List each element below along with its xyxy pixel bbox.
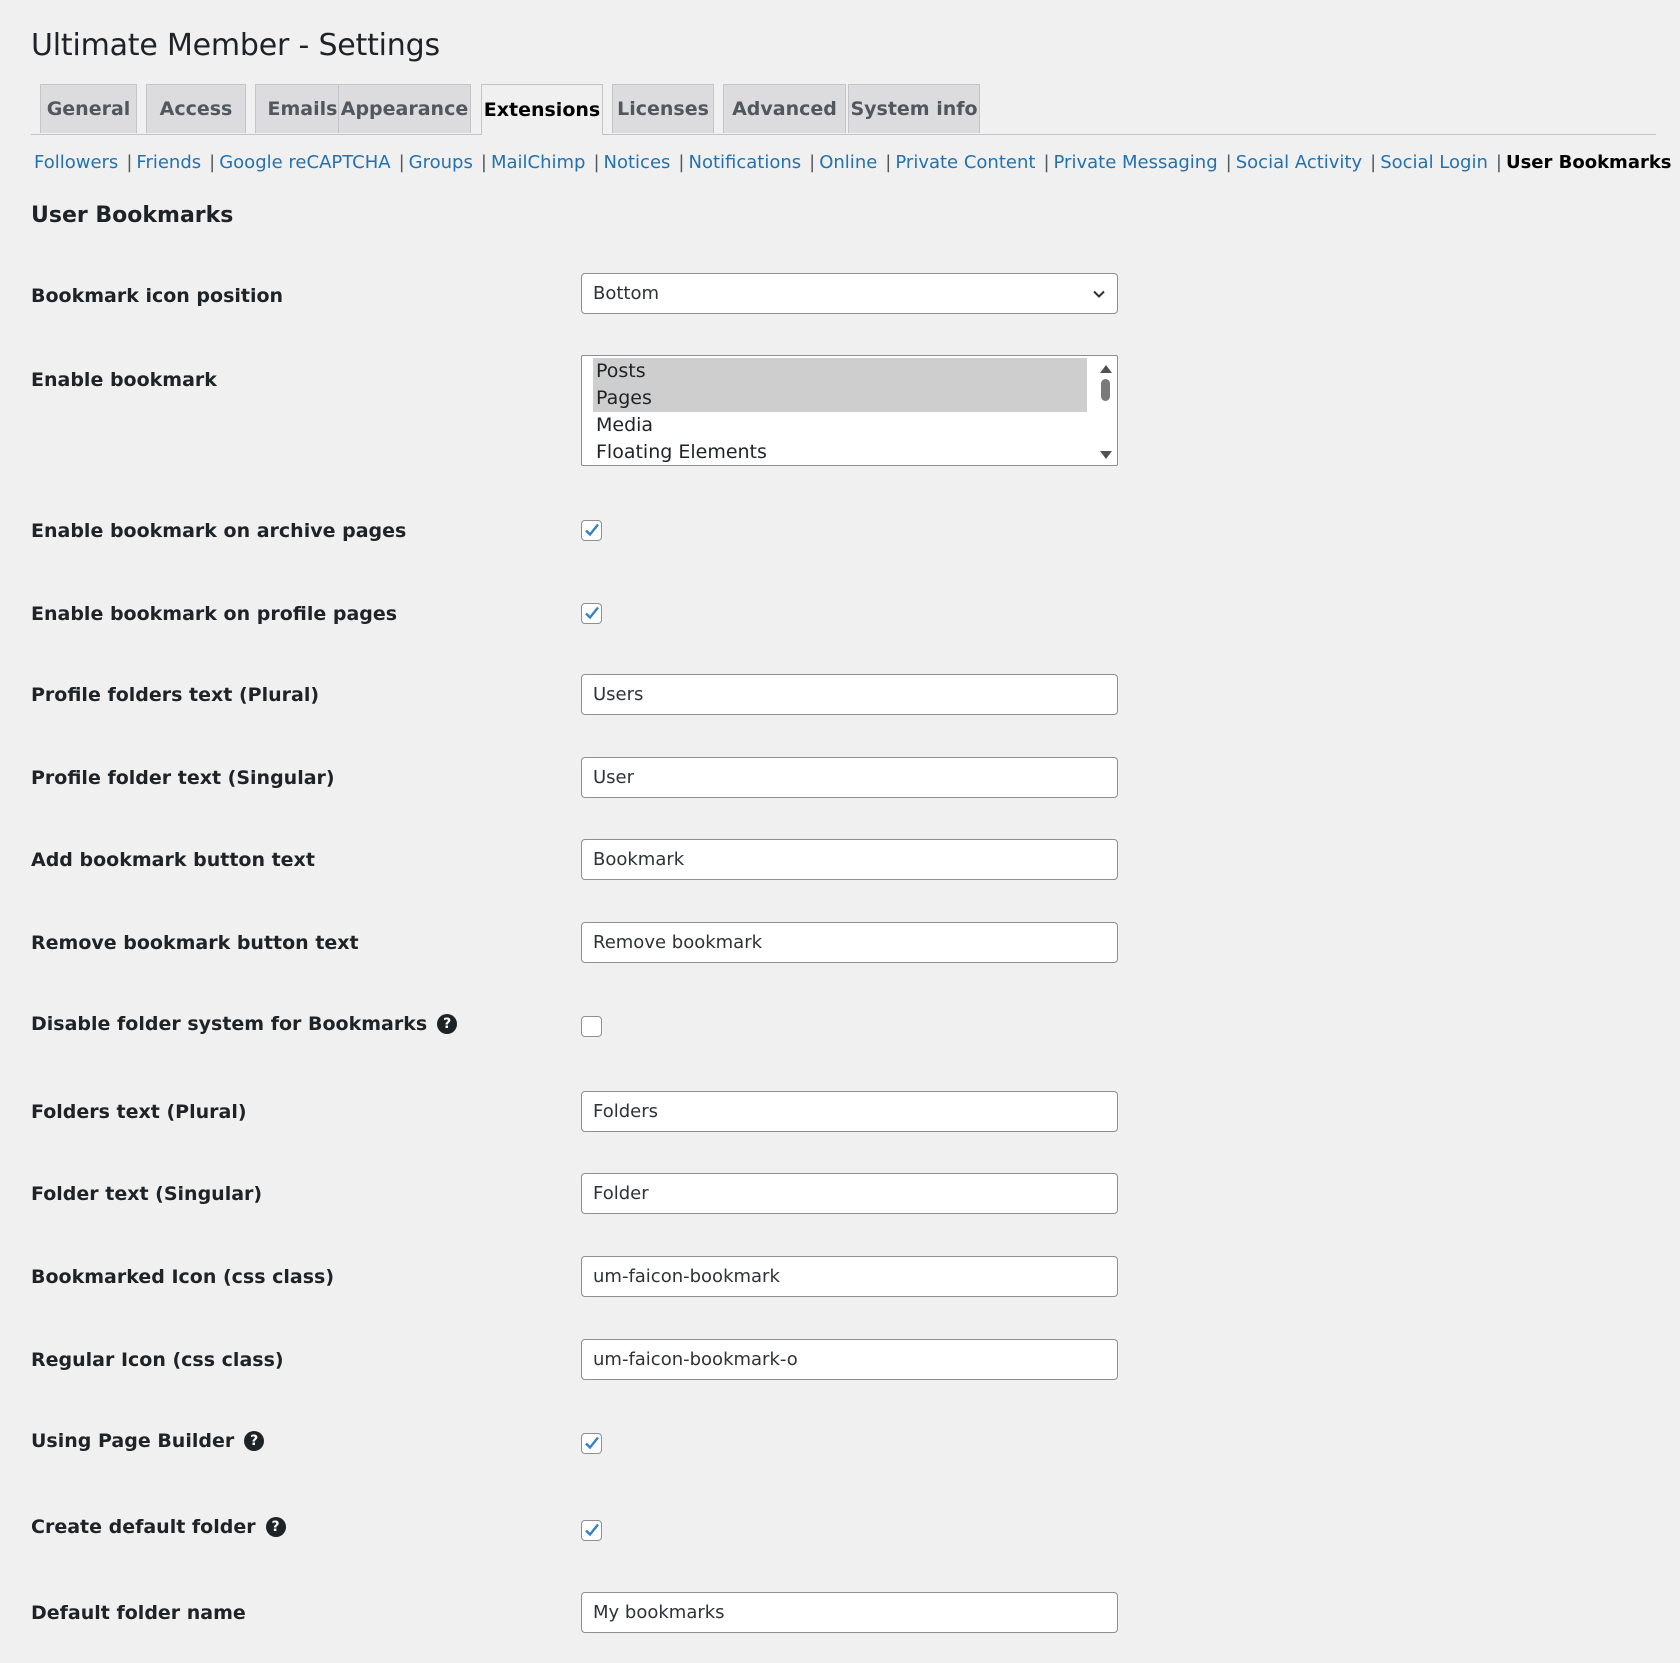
page-title: Ultimate Member - Settings xyxy=(31,28,440,63)
checkmark-icon xyxy=(585,1436,599,1450)
subnav-groups[interactable]: Groups xyxy=(409,152,473,173)
regular-icon-label: Regular Icon (css class) xyxy=(31,1349,284,1371)
subnav-notifications[interactable]: Notifications xyxy=(688,152,801,173)
archive-pages-label: Enable bookmark on archive pages xyxy=(31,520,407,542)
settings-tabs: General Access Emails Appearance Extensi… xyxy=(31,84,1656,135)
archive-pages-checkbox[interactable] xyxy=(581,520,602,541)
page-builder-label: Using Page Builder ? xyxy=(31,1430,265,1452)
bookmarked-icon-label: Bookmarked Icon (css class) xyxy=(31,1266,335,1288)
option-posts[interactable]: Posts xyxy=(593,358,1087,385)
checkmark-icon xyxy=(585,606,599,620)
subnav-mailchimp[interactable]: MailChimp xyxy=(491,152,586,173)
option-floating-elements[interactable]: Floating Elements xyxy=(593,439,1087,465)
remove-button-text-input[interactable]: Remove bookmark xyxy=(581,922,1118,963)
help-icon[interactable]: ? xyxy=(437,1014,458,1034)
tab-appearance[interactable]: Appearance xyxy=(338,84,471,133)
extensions-subnav: Followers | Friends | Google reCAPTCHA | Group… xyxy=(34,152,1672,173)
remove-button-text-label: Remove bookmark button text xyxy=(31,932,359,954)
tab-advanced[interactable]: Advanced xyxy=(723,84,846,133)
tab-access[interactable]: Access xyxy=(146,84,246,133)
icon-position-value: Bottom xyxy=(593,283,660,304)
tab-general[interactable]: General xyxy=(40,84,137,133)
subnav-online[interactable]: Online xyxy=(819,152,877,173)
scroll-up-arrow-icon[interactable] xyxy=(1100,365,1112,373)
option-pages[interactable]: Pages xyxy=(593,385,1087,412)
subnav-separator: | xyxy=(126,152,133,173)
folder-singular-label: Folder text (Singular) xyxy=(31,1183,263,1205)
default-folder-name-label: Default folder name xyxy=(31,1602,246,1624)
add-button-text-label: Add bookmark button text xyxy=(31,849,315,871)
profile-folder-singular-input[interactable]: User xyxy=(581,757,1118,798)
checkmark-icon xyxy=(585,523,599,537)
subnav-notices[interactable]: Notices xyxy=(604,152,671,173)
tab-system-info[interactable]: System info xyxy=(848,84,980,133)
subnav-private-content[interactable]: Private Content xyxy=(895,152,1035,173)
disable-folders-checkbox[interactable] xyxy=(581,1016,602,1037)
option-media[interactable]: Media xyxy=(593,412,1087,439)
page-builder-checkbox[interactable] xyxy=(581,1433,602,1454)
scroll-down-arrow-icon[interactable] xyxy=(1100,451,1112,459)
profile-folders-plural-label: Profile folders text (Plural) xyxy=(31,684,320,706)
disable-folders-label: Disable folder system for Bookmarks ? xyxy=(31,1013,458,1035)
enable-bookmark-label: Enable bookmark xyxy=(31,369,217,391)
subnav-friends[interactable]: Friends xyxy=(136,152,201,173)
profile-folders-plural-input[interactable]: Users xyxy=(581,674,1118,715)
folder-singular-input[interactable]: Folder xyxy=(581,1173,1118,1214)
help-icon[interactable]: ? xyxy=(265,1517,286,1537)
subnav-social-login[interactable]: Social Login xyxy=(1380,152,1488,173)
tab-extensions[interactable]: Extensions xyxy=(481,84,603,135)
subnav-social-activity[interactable]: Social Activity xyxy=(1236,152,1362,173)
regular-icon-input[interactable]: um-faicon-bookmark-o xyxy=(581,1339,1118,1380)
page-builder-label-text: Using Page Builder xyxy=(31,1430,235,1452)
enable-bookmark-multiselect[interactable]: Posts Pages Media Floating Elements xyxy=(581,355,1118,466)
subnav-google-recaptcha[interactable]: Google reCAPTCHA xyxy=(219,152,390,173)
multiselect-scrollbar[interactable] xyxy=(1093,356,1117,465)
default-folder-name-input[interactable]: My bookmarks xyxy=(581,1592,1118,1633)
folders-plural-input[interactable]: Folders xyxy=(581,1091,1118,1132)
bookmarked-icon-input[interactable]: um-faicon-bookmark xyxy=(581,1256,1118,1297)
profile-pages-checkbox[interactable] xyxy=(581,603,602,624)
tab-emails[interactable]: Emails xyxy=(255,84,350,133)
icon-position-select[interactable]: Bottom xyxy=(581,273,1118,314)
subnav-current-user-bookmarks: User Bookmarks xyxy=(1505,152,1672,173)
icon-position-label: Bookmark icon position xyxy=(31,285,284,307)
help-icon[interactable]: ? xyxy=(244,1431,265,1451)
section-title: User Bookmarks xyxy=(31,203,234,228)
disable-folders-label-text: Disable folder system for Bookmarks xyxy=(31,1013,428,1035)
profile-folder-singular-label: Profile folder text (Singular) xyxy=(31,767,335,789)
default-folder-checkbox[interactable] xyxy=(581,1520,602,1541)
add-button-text-input[interactable]: Bookmark xyxy=(581,839,1118,880)
default-folder-label: Create default folder ? xyxy=(31,1516,286,1538)
default-folder-label-text: Create default folder xyxy=(31,1516,256,1538)
checkmark-icon xyxy=(585,1523,599,1537)
tab-licenses[interactable]: Licenses xyxy=(612,84,714,133)
scroll-thumb[interactable] xyxy=(1101,379,1110,401)
chevron-down-icon xyxy=(1093,290,1105,298)
profile-pages-label: Enable bookmark on profile pages xyxy=(31,603,398,625)
subnav-private-messaging[interactable]: Private Messaging xyxy=(1054,152,1218,173)
folders-plural-label: Folders text (Plural) xyxy=(31,1101,247,1123)
subnav-followers[interactable]: Followers xyxy=(34,152,118,173)
